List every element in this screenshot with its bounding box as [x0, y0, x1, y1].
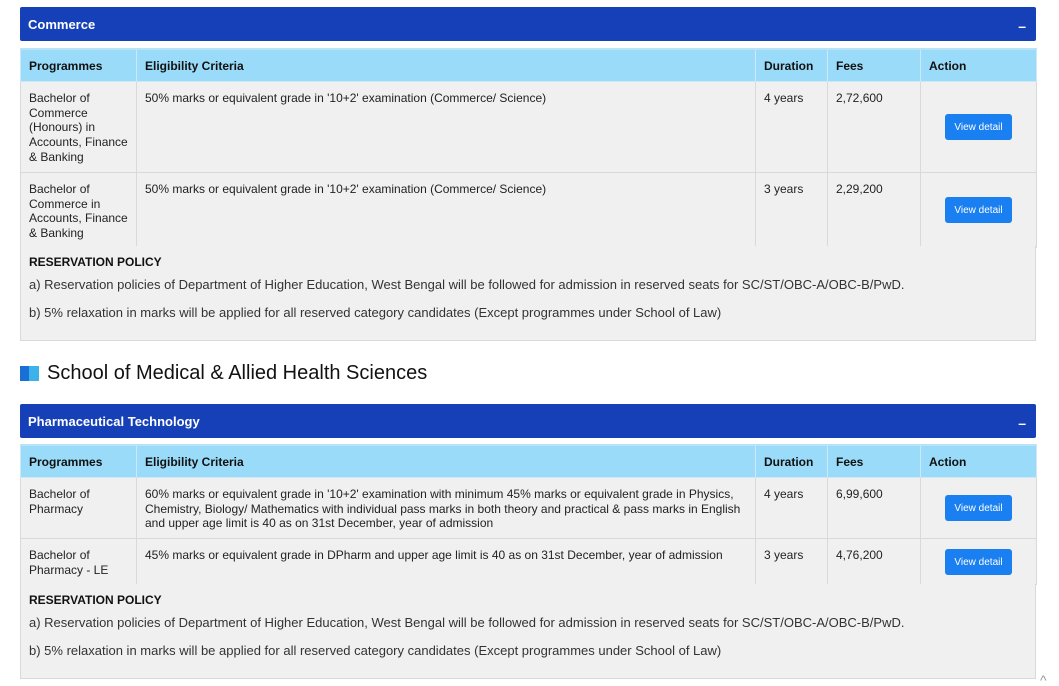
reservation-policy-box: RESERVATION POLICY a) Reservation polici… — [20, 246, 1036, 341]
accordion-header-pharmaceutical-technology[interactable]: Pharmaceutical Technology – — [20, 404, 1036, 438]
table-header-row: Programmes Eligibility Criteria Duration… — [20, 48, 1037, 82]
action-cell: View detail — [920, 172, 1037, 248]
school-heading-text: School of Medical & Allied Health Scienc… — [47, 362, 428, 384]
table-row: Bachelor of Pharmacy 60% marks or equiva… — [20, 477, 1037, 539]
programme-name: Bachelor of Commerce (Honours) in Accoun… — [20, 81, 137, 173]
programme-table-pharmaceutical-technology: Programmes Eligibility Criteria Duration… — [20, 444, 1037, 585]
action-cell: View detail — [920, 538, 1037, 585]
accordion-title: Pharmaceutical Technology — [28, 413, 200, 429]
table-row: Bachelor of Commerce in Accounts, Financ… — [20, 172, 1037, 248]
action-cell: View detail — [920, 477, 1037, 539]
fees-value: 6,99,600 — [827, 477, 921, 539]
column-header-duration: Duration — [755, 444, 828, 478]
page: Commerce – Programmes Eligibility Criter… — [0, 0, 1059, 686]
table-row: Bachelor of Commerce (Honours) in Accoun… — [20, 81, 1037, 173]
fees-value: 2,72,600 — [827, 81, 921, 173]
heading-square-icon — [20, 366, 39, 381]
fees-value: 2,29,200 — [827, 172, 921, 248]
duration-value: 3 years — [755, 172, 828, 248]
column-header-programmes: Programmes — [20, 48, 137, 82]
programme-table-commerce: Programmes Eligibility Criteria Duration… — [20, 48, 1037, 248]
duration-value: 4 years — [755, 81, 828, 173]
policy-line: a) Reservation policies of Department of… — [29, 615, 905, 630]
action-cell: View detail — [920, 81, 1037, 173]
eligibility-text: 50% marks or equivalent grade in '10+2' … — [136, 172, 756, 248]
policy-title: RESERVATION POLICY — [29, 593, 162, 607]
view-detail-button[interactable]: View detail — [945, 197, 1012, 223]
eligibility-text: 50% marks or equivalent grade in '10+2' … — [136, 81, 756, 173]
policy-line: b) 5% relaxation in marks will be applie… — [29, 643, 722, 658]
view-detail-button[interactable]: View detail — [945, 114, 1012, 140]
column-header-duration: Duration — [755, 48, 828, 82]
duration-value: 4 years — [755, 477, 828, 539]
accordion-header-commerce[interactable]: Commerce – — [20, 7, 1036, 41]
column-header-eligibility: Eligibility Criteria — [136, 444, 756, 478]
eligibility-text: 60% marks or equivalent grade in '10+2' … — [136, 477, 756, 539]
reservation-policy-box: RESERVATION POLICY a) Reservation polici… — [20, 584, 1036, 679]
accordion-title: Commerce — [28, 16, 96, 32]
eligibility-text: 45% marks or equivalent grade in DPharm … — [136, 538, 756, 585]
column-header-eligibility: Eligibility Criteria — [136, 48, 756, 82]
collapse-icon[interactable]: – — [1018, 18, 1026, 34]
column-header-action: Action — [920, 444, 1037, 478]
duration-value: 3 years — [755, 538, 828, 585]
programme-name: Bachelor of Pharmacy — [20, 477, 137, 539]
column-header-fees: Fees — [827, 444, 921, 478]
programme-name: Bachelor of Pharmacy - LE — [20, 538, 137, 585]
table-header-row: Programmes Eligibility Criteria Duration… — [20, 444, 1037, 478]
school-heading: School of Medical & Allied Health Scienc… — [20, 362, 427, 385]
column-header-action: Action — [920, 48, 1037, 82]
column-header-fees: Fees — [827, 48, 921, 82]
policy-title: RESERVATION POLICY — [29, 255, 162, 269]
view-detail-button[interactable]: View detail — [945, 548, 1012, 575]
policy-line: b) 5% relaxation in marks will be applie… — [29, 305, 722, 320]
collapse-icon[interactable]: – — [1018, 415, 1026, 431]
policy-line: a) Reservation policies of Department of… — [29, 277, 905, 292]
view-detail-button[interactable]: View detail — [945, 495, 1012, 521]
column-header-programmes: Programmes — [20, 444, 137, 478]
scroll-top-icon[interactable]: ^ — [1040, 672, 1047, 686]
programme-name: Bachelor of Commerce in Accounts, Financ… — [20, 172, 137, 248]
table-row: Bachelor of Pharmacy - LE 45% marks or e… — [20, 538, 1037, 585]
fees-value: 4,76,200 — [827, 538, 921, 585]
